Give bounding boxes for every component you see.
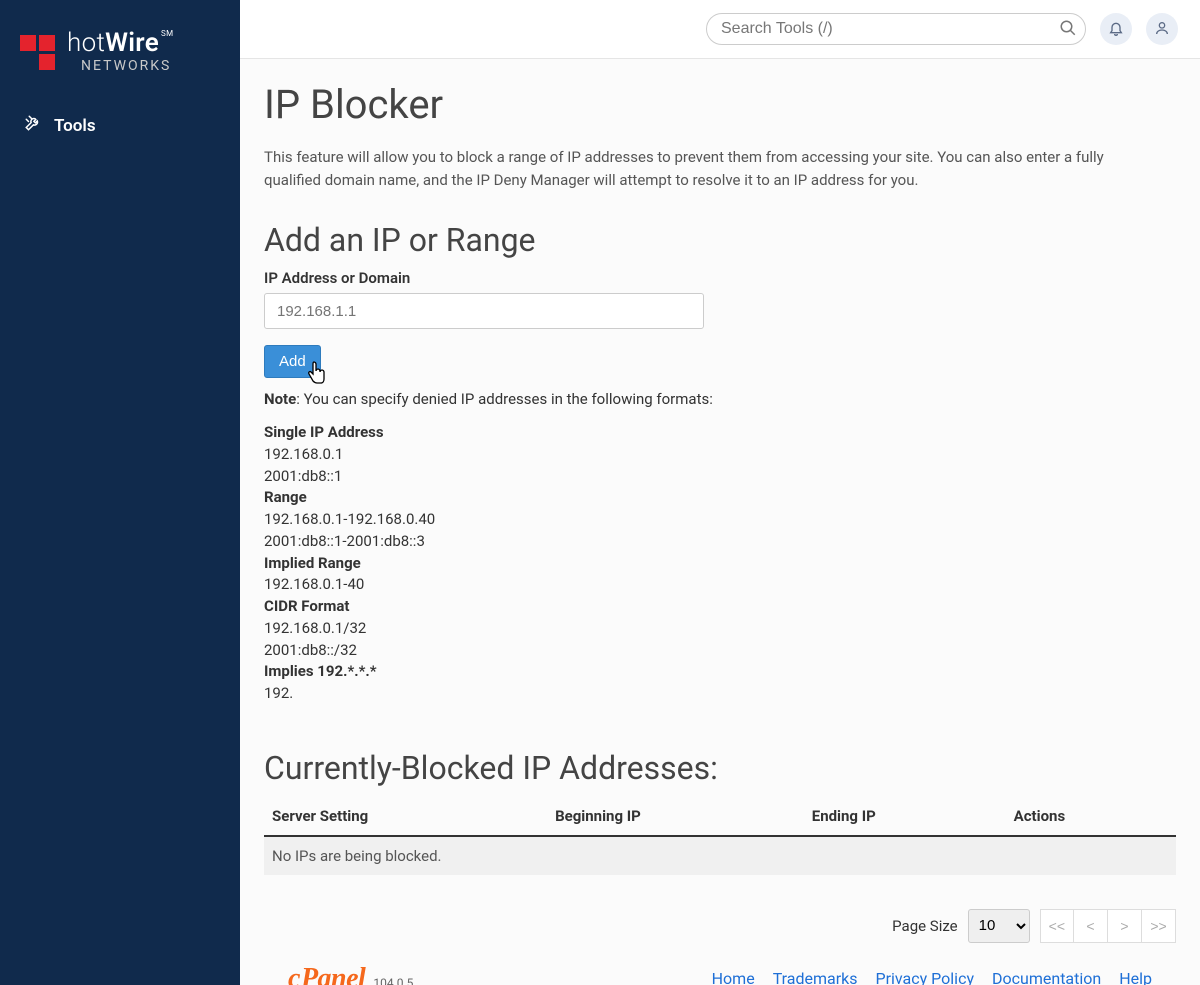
format-example: 2001:db8::1 xyxy=(264,466,1176,488)
pager-prev[interactable]: < xyxy=(1074,909,1108,943)
blocked-table: Server SettingBeginning IPEnding IPActio… xyxy=(264,797,1176,875)
version-text: 104.0.5 xyxy=(373,976,413,985)
footer-link-documentation[interactable]: Documentation xyxy=(992,969,1101,985)
format-example: 192.168.0.1-192.168.0.40 xyxy=(264,509,1176,531)
add-ip-heading: Add an IP or Range xyxy=(264,221,1176,259)
footer-link-trademarks[interactable]: Trademarks xyxy=(773,969,858,985)
sidebar-item-label: Tools xyxy=(54,116,96,136)
add-button[interactable]: Add xyxy=(264,345,321,378)
format-example: 2001:db8::/32 xyxy=(264,640,1176,662)
user-icon xyxy=(1154,20,1170,39)
format-list: Single IP Address192.168.0.12001:db8::1R… xyxy=(264,422,1176,705)
tools-icon xyxy=(24,114,42,137)
sidebar-item-tools[interactable]: Tools xyxy=(0,104,240,147)
account-button[interactable] xyxy=(1146,13,1178,45)
brand-logo-mark xyxy=(20,35,55,70)
footer-link-help[interactable]: Help xyxy=(1119,969,1152,985)
cpanel-logo: cPanel xyxy=(288,963,365,985)
format-title: Implies 192.*.*.* xyxy=(264,661,1176,683)
table-header: Beginning IP xyxy=(547,797,804,836)
pager-first[interactable]: << xyxy=(1040,909,1074,943)
table-header: Server Setting xyxy=(264,797,547,836)
format-title: CIDR Format xyxy=(264,596,1176,618)
page-title: IP Blocker xyxy=(264,81,1176,128)
footer-links: Home Trademarks Privacy Policy Documentatio… xyxy=(712,969,1152,985)
table-header: Actions xyxy=(1006,797,1176,836)
brand-logo-text: hotWireSM NETWORKS xyxy=(67,30,173,74)
pager: Page Size 10 <<<>>> xyxy=(264,909,1176,955)
brand-logo[interactable]: hotWireSM NETWORKS xyxy=(0,18,240,104)
table-header: Ending IP xyxy=(804,797,1006,836)
footer-link-privacy-policy[interactable]: Privacy Policy xyxy=(876,969,975,985)
page-size-label: Page Size xyxy=(892,917,957,935)
blocked-heading: Currently-Blocked IP Addresses: xyxy=(264,749,1176,787)
pager-last[interactable]: >> xyxy=(1142,909,1176,943)
format-title: Range xyxy=(264,487,1176,509)
format-example: 192. xyxy=(264,683,1176,705)
bell-icon xyxy=(1108,20,1124,39)
page-size-select[interactable]: 10 xyxy=(968,909,1030,943)
search-input[interactable] xyxy=(706,13,1086,45)
notifications-button[interactable] xyxy=(1100,13,1132,45)
footer-brand[interactable]: cPanel 104.0.5 xyxy=(288,963,413,985)
pager-next[interactable]: > xyxy=(1108,909,1142,943)
footer-link-home[interactable]: Home xyxy=(712,969,755,985)
sidebar: hotWireSM NETWORKS Tools xyxy=(0,0,240,985)
format-title: Implied Range xyxy=(264,553,1176,575)
format-example: 192.168.0.1-40 xyxy=(264,574,1176,596)
search-icon xyxy=(1059,19,1077,40)
format-example: 192.168.0.1/32 xyxy=(264,618,1176,640)
format-example: 192.168.0.1 xyxy=(264,444,1176,466)
format-example: 2001:db8::1-2001:db8::3 xyxy=(264,531,1176,553)
ip-address-input[interactable] xyxy=(264,293,704,329)
blocked-empty-message: No IPs are being blocked. xyxy=(264,836,1176,875)
top-bar xyxy=(240,0,1200,59)
note-text: Note: You can specify denied IP addresse… xyxy=(264,390,1176,408)
ip-input-label: IP Address or Domain xyxy=(264,269,1176,287)
search-button[interactable] xyxy=(1056,17,1080,41)
format-title: Single IP Address xyxy=(264,422,1176,444)
page-description: This feature will allow you to block a r… xyxy=(264,146,1164,191)
